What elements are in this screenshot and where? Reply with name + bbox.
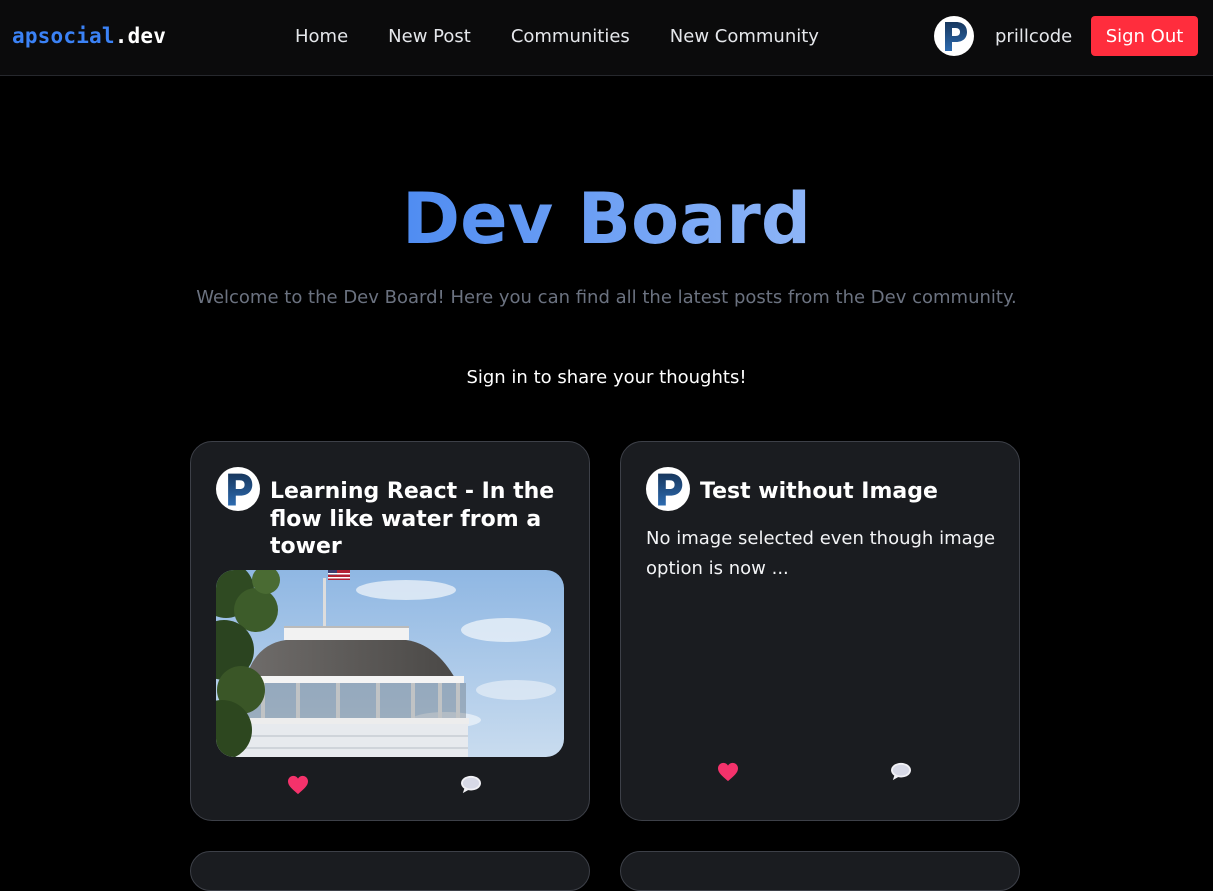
- main-nav: Home New Post Communities New Community: [295, 26, 819, 47]
- nav-communities-link[interactable]: Communities: [511, 26, 630, 47]
- brand-tld: .dev: [114, 24, 167, 48]
- speech-bubble-icon: [891, 762, 911, 781]
- heart-icon: [718, 762, 738, 782]
- post-image: [216, 570, 564, 757]
- post-excerpt: No image selected even though image opti…: [646, 528, 996, 579]
- top-navbar: apsocial.dev Home New Post Communities N…: [0, 0, 1213, 76]
- water-tower-photo: [216, 570, 564, 757]
- page-subtitle: Welcome to the Dev Board! Here you can f…: [196, 287, 1017, 308]
- p-logo-icon: [646, 467, 690, 511]
- username-label: prillcode: [995, 26, 1073, 47]
- post-author-avatar: [646, 467, 690, 511]
- comment-bubble-icon[interactable]: [458, 772, 484, 798]
- nav-home-link[interactable]: Home: [295, 26, 348, 47]
- post-author-avatar: [216, 467, 260, 511]
- brand-name: apsocial: [12, 24, 115, 48]
- p-logo-icon: [934, 16, 974, 56]
- nav-new-community-link[interactable]: New Community: [670, 26, 819, 47]
- like-heart-icon[interactable]: [285, 772, 311, 798]
- comment-bubble-icon[interactable]: [888, 759, 914, 785]
- brand-logo[interactable]: apsocial.dev: [12, 24, 166, 48]
- page-title: Dev Board: [402, 178, 811, 260]
- nav-new-post-link[interactable]: New Post: [388, 26, 471, 47]
- like-heart-icon[interactable]: [715, 759, 741, 785]
- sign-out-button[interactable]: Sign Out: [1091, 16, 1198, 56]
- heart-icon: [288, 775, 308, 795]
- post-title[interactable]: Test without Image: [700, 478, 1000, 506]
- speech-bubble-icon: [461, 775, 481, 794]
- post-card-partial[interactable]: [190, 851, 590, 891]
- signin-prompt: Sign in to share your thoughts!: [466, 367, 747, 388]
- p-logo-icon: [216, 467, 260, 511]
- post-card[interactable]: Learning React - In the flow like water …: [190, 441, 590, 821]
- user-avatar[interactable]: [934, 16, 974, 56]
- post-title[interactable]: Learning React - In the flow like water …: [270, 478, 570, 561]
- post-card-partial[interactable]: [620, 851, 1020, 891]
- post-card[interactable]: Test without Image No image selected eve…: [620, 441, 1020, 821]
